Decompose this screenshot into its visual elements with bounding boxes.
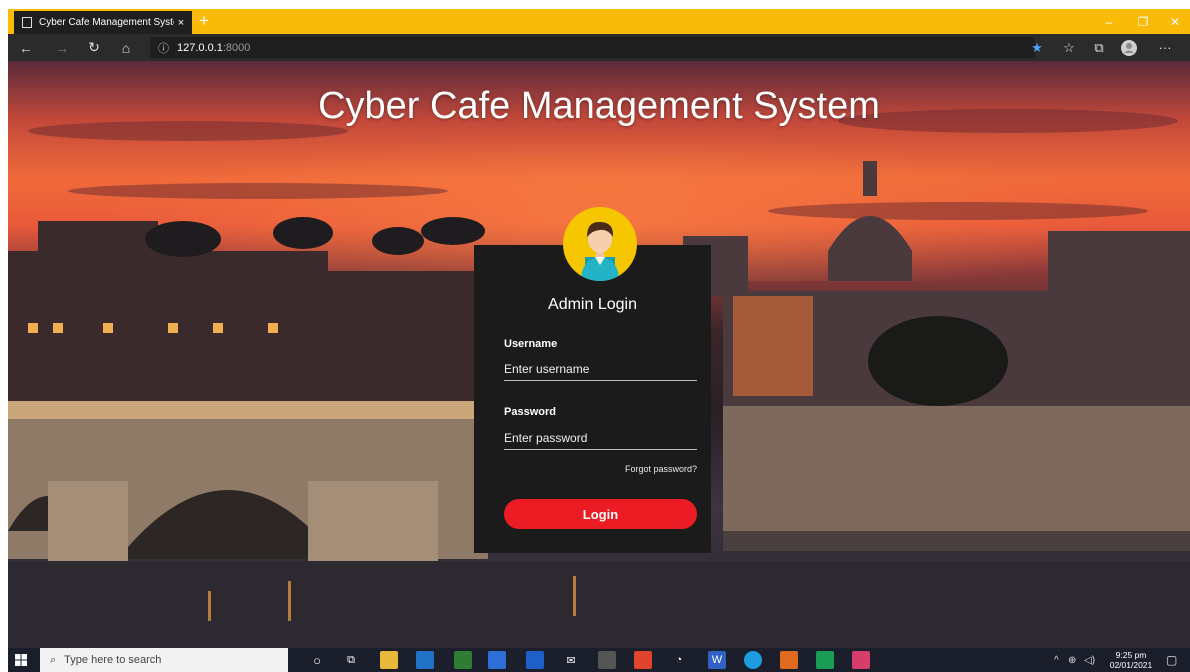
url-host: 127.0.0.1 bbox=[177, 41, 223, 54]
edge-icon[interactable] bbox=[744, 651, 762, 669]
pycharm-icon[interactable] bbox=[816, 651, 834, 669]
xampp-icon[interactable]: ◔ bbox=[670, 651, 688, 669]
login-button[interactable]: Login bbox=[504, 499, 697, 529]
notification-icon[interactable]: ▢ bbox=[1166, 648, 1177, 672]
taskbar-clock[interactable]: 9:25 pm 02/01/2021 bbox=[1105, 650, 1157, 670]
file-explorer-icon[interactable] bbox=[380, 651, 398, 669]
more-icon[interactable]: ··· bbox=[1154, 37, 1176, 58]
mail-icon[interactable]: ✉ bbox=[562, 651, 580, 669]
browser-tab[interactable]: Cyber Cafe Management System × bbox=[14, 11, 192, 34]
password-label: Password bbox=[504, 406, 556, 418]
start-button[interactable] bbox=[8, 648, 34, 672]
password-input[interactable] bbox=[504, 427, 697, 450]
url-port: :8000 bbox=[222, 41, 251, 54]
new-tab-button[interactable]: + bbox=[196, 10, 212, 32]
dropbox-icon[interactable] bbox=[526, 651, 544, 669]
star-icon[interactable]: ★ bbox=[1026, 37, 1048, 58]
outlook-icon[interactable] bbox=[416, 651, 434, 669]
site-info-icon[interactable]: ⓘ bbox=[158, 40, 169, 56]
media-player-icon[interactable] bbox=[780, 651, 798, 669]
tray-chevron-icon[interactable]: ^ bbox=[1054, 648, 1059, 672]
browser-tab-strip: Cyber Cafe Management System × + – ❐ ✕ bbox=[8, 9, 1190, 34]
calculator-icon[interactable] bbox=[598, 651, 616, 669]
minimize-button[interactable]: – bbox=[1092, 9, 1126, 34]
back-button[interactable]: ← bbox=[14, 37, 38, 58]
network-icon[interactable]: ⊕ bbox=[1068, 648, 1076, 672]
volume-icon[interactable]: ◁) bbox=[1084, 648, 1095, 672]
tab-title: Cyber Cafe Management System bbox=[39, 17, 174, 28]
sublime-icon[interactable] bbox=[454, 651, 472, 669]
brave-icon[interactable] bbox=[634, 651, 652, 669]
address-bar[interactable]: ⓘ 127.0.0.1:8000 bbox=[150, 37, 1035, 58]
tab-close-icon[interactable]: × bbox=[174, 17, 188, 29]
collections-icon[interactable]: ⧉ bbox=[1088, 37, 1110, 58]
page-icon bbox=[22, 17, 32, 28]
browser-toolbar: ← → ↻ ⌂ ⓘ 127.0.0.1:8000 ★ ☆ ⧉ ··· bbox=[8, 34, 1190, 61]
cortana-icon[interactable]: ○ bbox=[308, 651, 326, 669]
word-icon[interactable]: W bbox=[708, 651, 726, 669]
admin-avatar-icon bbox=[563, 207, 637, 281]
login-heading: Admin Login bbox=[548, 296, 637, 313]
task-view-icon[interactable]: ⧉ bbox=[342, 651, 360, 669]
profile-icon[interactable] bbox=[1118, 37, 1140, 58]
username-label: Username bbox=[504, 338, 558, 350]
store-icon[interactable] bbox=[488, 651, 506, 669]
close-window-button[interactable]: ✕ bbox=[1158, 9, 1190, 34]
restore-button[interactable]: ❐ bbox=[1126, 9, 1160, 34]
refresh-button[interactable]: ↻ bbox=[82, 37, 106, 58]
search-icon: ⌕ bbox=[50, 653, 57, 666]
username-input[interactable] bbox=[504, 358, 697, 381]
forgot-password-link[interactable]: Forgot password? bbox=[504, 464, 697, 474]
clock-date: 02/01/2021 bbox=[1109, 660, 1153, 670]
clock-time: 9:25 pm bbox=[1115, 650, 1147, 660]
home-button[interactable]: ⌂ bbox=[114, 37, 138, 58]
taskbar-search[interactable]: ⌕ Type here to search bbox=[40, 648, 288, 672]
page-title: Cyber Cafe Management System bbox=[318, 85, 880, 127]
forward-button[interactable]: → bbox=[50, 37, 74, 58]
windows-taskbar: ⌕ Type here to search ○ ⧉ ✉ ◔ W ^ ⊕ ◁) 9… bbox=[8, 648, 1190, 672]
app-icon[interactable] bbox=[852, 651, 870, 669]
search-placeholder: Type here to search bbox=[64, 654, 162, 666]
favorites-icon[interactable]: ☆ bbox=[1058, 37, 1080, 58]
